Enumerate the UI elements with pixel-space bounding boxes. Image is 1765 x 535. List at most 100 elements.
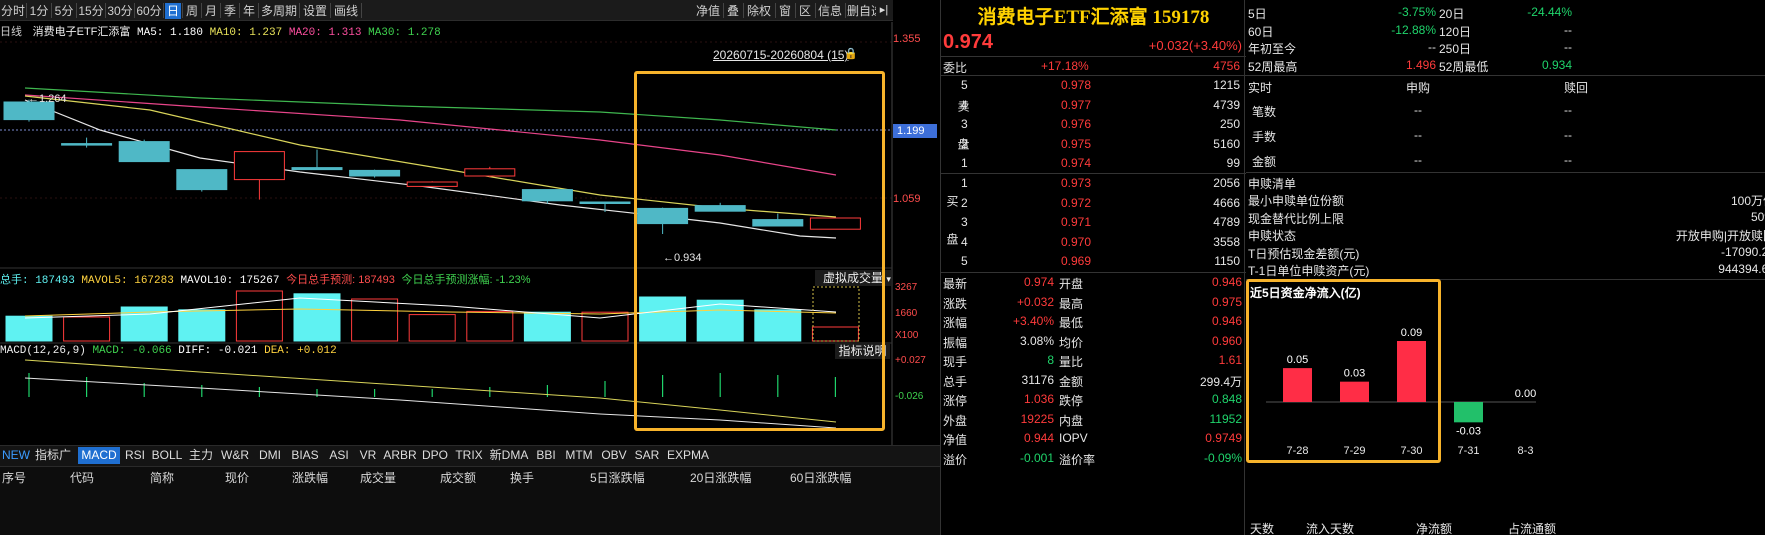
candle[interactable] <box>176 169 228 192</box>
indicator-tab-4[interactable]: BOLL <box>150 447 184 464</box>
list-column-5[interactable]: 成交量 <box>360 469 396 486</box>
list-column-9[interactable]: 20日涨跌幅 <box>690 469 751 486</box>
buy-price[interactable]: 0.969 <box>1061 254 1091 268</box>
buy-volume: 1150 <box>1214 254 1240 269</box>
list-column-7[interactable]: 换手 <box>510 469 534 486</box>
list-column-1[interactable]: 代码 <box>70 469 94 486</box>
list-column-6[interactable]: 成交额 <box>440 469 476 486</box>
candle[interactable] <box>464 166 516 178</box>
stock-title: 消费电子ETF汇添富 159178 <box>977 7 1210 28</box>
sell-price[interactable]: 0.975 <box>1061 137 1091 151</box>
fund-flow-column[interactable]: 净流额 <box>1416 520 1452 535</box>
volume-bar[interactable] <box>581 311 629 342</box>
stat-value: 0.960 <box>1211 333 1242 348</box>
perf-label: 52周最低 <box>1439 59 1489 74</box>
perf-value: -3.75% <box>1397 5 1436 19</box>
stat-label: 涨幅 <box>943 316 968 330</box>
vol-axis-unit: X100 <box>895 330 919 341</box>
candle[interactable] <box>61 137 113 148</box>
buy-price[interactable]: 0.973 <box>1061 176 1091 190</box>
indicator-tab-9[interactable]: ASI <box>324 447 354 464</box>
sell-price[interactable]: 0.977 <box>1061 98 1091 112</box>
stat-value: 0.974 <box>1023 275 1054 289</box>
volume-bar[interactable] <box>178 309 226 342</box>
sell-level: 4 <box>961 97 968 112</box>
indicator-tab-14[interactable]: 新DMA <box>488 447 530 464</box>
stat-label: 溢价 <box>943 452 968 467</box>
stat-label: 涨停 <box>943 394 968 408</box>
fund-flow-column[interactable]: 流入天数 <box>1306 520 1354 535</box>
volume-prediction-change: 今日总手预测涨幅: -1.23% <box>401 274 531 286</box>
stat-value: +3.40% <box>1012 314 1054 328</box>
list-column-4[interactable]: 涨跌幅 <box>292 469 328 486</box>
divider <box>1246 172 1765 173</box>
candle[interactable] <box>406 181 458 187</box>
indicator-tab-2[interactable]: MACD <box>78 447 120 464</box>
volume-bar[interactable] <box>293 293 341 342</box>
buy-price[interactable]: 0.972 <box>1061 196 1091 210</box>
macd-label: MACD(12,26,9) <box>0 345 86 357</box>
candle[interactable] <box>118 139 170 163</box>
indicator-tab-10[interactable]: VR <box>356 447 380 464</box>
indicator-tab-16[interactable]: MTM <box>562 447 596 464</box>
indicator-tab-0[interactable]: NEW <box>2 447 30 464</box>
indicator-tab-7[interactable]: DMI <box>254 447 286 464</box>
indicator-tab-13[interactable]: TRIX <box>452 447 486 464</box>
perf-label: 250日 <box>1439 42 1472 56</box>
indicator-tab-5[interactable]: 主力 <box>186 447 216 464</box>
list-column-8[interactable]: 5日涨跌幅 <box>590 469 645 486</box>
flow-bar[interactable] <box>1454 402 1483 423</box>
volume-bar[interactable] <box>523 311 571 342</box>
indicator-tab-15[interactable]: BBI <box>532 447 560 464</box>
list-column-10[interactable]: 60日涨跌幅 <box>790 469 851 486</box>
volume-header: 总手: 187493 MAVOL5: 167283 MAVOL10: 17526… <box>0 271 531 287</box>
indicator-tab-6[interactable]: W&R <box>218 447 252 464</box>
candle[interactable] <box>349 169 401 178</box>
stat-label: 溢价率 <box>1059 452 1096 467</box>
sell-price[interactable]: 0.978 <box>1061 78 1091 92</box>
indicator-tab-19[interactable]: EXPMA <box>664 447 712 464</box>
volume-bar[interactable] <box>235 290 283 342</box>
indicator-tab-11[interactable]: ARBR <box>382 447 418 464</box>
creation-value: 100万份 <box>1730 194 1765 208</box>
candle[interactable] <box>291 149 343 171</box>
buy-price[interactable]: 0.970 <box>1061 235 1091 249</box>
indicator-tab-8[interactable]: BIAS <box>288 447 322 464</box>
weibi-label: 委比 <box>943 61 968 75</box>
sell-price[interactable]: 0.974 <box>1061 156 1091 170</box>
volume-bar[interactable] <box>351 298 399 342</box>
divider <box>1246 75 1765 76</box>
list-column-3[interactable]: 现价 <box>225 469 249 486</box>
indicator-tab-3[interactable]: RSI <box>122 447 148 464</box>
indicator-tab-18[interactable]: SAR <box>632 447 662 464</box>
perf-label: 60日 <box>1248 24 1274 39</box>
fund-flow-column[interactable]: 占流通额 <box>1508 520 1556 535</box>
buy-volume: 3558 <box>1213 234 1240 249</box>
stat-label: 净值 <box>943 433 968 447</box>
order-book-panel: 消费电子ETF汇添富 159178 0.974 +0.032(+3.40%) 委… <box>940 0 1246 535</box>
buy-level: 5 <box>961 254 968 269</box>
fund-flow-column[interactable]: 天数 <box>1250 520 1274 535</box>
dea-value: DEA: +0.012 <box>264 345 337 357</box>
stat-label: 外盘 <box>943 413 968 428</box>
perf-value: -12.88% <box>1391 22 1436 37</box>
sell-price[interactable]: 0.976 <box>1061 117 1091 131</box>
candle[interactable] <box>579 201 631 212</box>
indicator-tab-12[interactable]: DPO <box>420 447 450 464</box>
buy-price[interactable]: 0.971 <box>1061 215 1091 229</box>
macd-axis-bottom: -0.026 <box>895 391 924 402</box>
subscription-header: 赎回 <box>1564 81 1589 95</box>
candle-body <box>61 143 113 146</box>
high-label: ←1.264 <box>28 93 67 105</box>
volume-bar[interactable] <box>63 316 111 342</box>
axis-tick-high: 1.355 <box>893 33 921 45</box>
volume-bar[interactable] <box>5 315 53 342</box>
indicator-tab-17[interactable]: OBV <box>598 447 630 464</box>
volume-bar[interactable] <box>466 310 514 342</box>
sell-level: 5 <box>961 78 968 92</box>
list-column-2[interactable]: 简称 <box>150 469 174 486</box>
indicator-tab-1[interactable]: 指标广场 <box>30 447 76 479</box>
list-column-0[interactable]: 序号 <box>2 469 26 486</box>
candle[interactable] <box>233 151 285 200</box>
volume-bar[interactable] <box>408 314 456 342</box>
